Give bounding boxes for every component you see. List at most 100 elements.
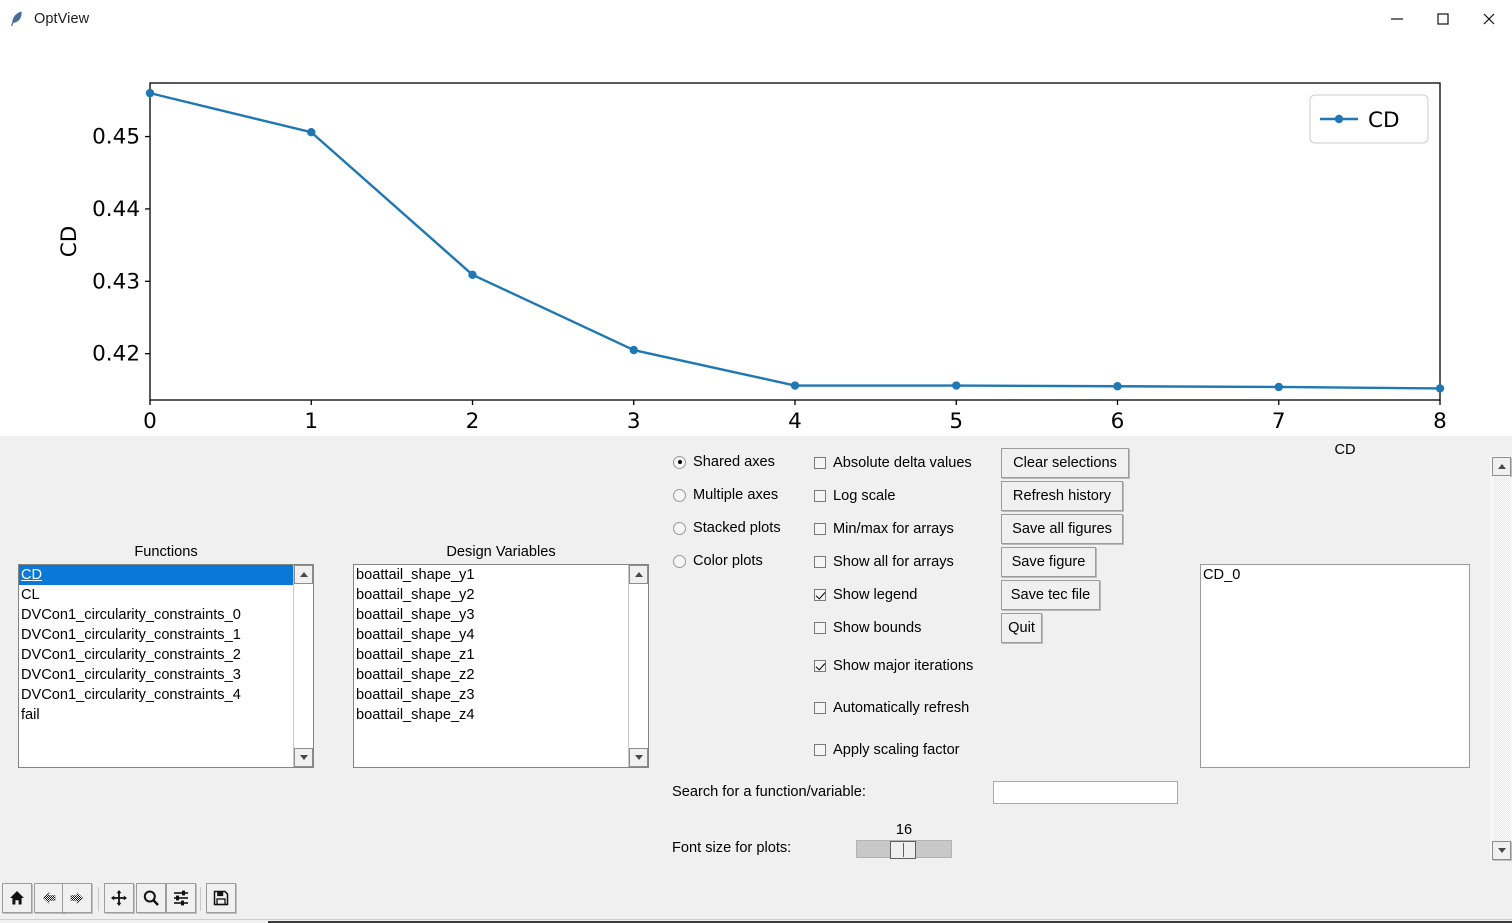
radio-label: Color plots bbox=[693, 553, 763, 569]
checkbox-show-legend[interactable]: Show legend bbox=[814, 587, 917, 603]
data-point bbox=[952, 381, 961, 390]
y-axis-tick-label: 0.44 bbox=[92, 197, 140, 222]
design-variable-list-item[interactable]: boattail_shape_y1 bbox=[354, 565, 628, 585]
radio-multiple-axes[interactable]: Multiple axes bbox=[673, 487, 778, 503]
y-axis-tick-label: 0.42 bbox=[92, 342, 140, 367]
scroll-track[interactable] bbox=[294, 584, 313, 748]
design-variable-list-item[interactable]: boattail_shape_z3 bbox=[354, 685, 628, 705]
data-point bbox=[307, 128, 316, 137]
maximize-button[interactable] bbox=[1420, 0, 1466, 38]
design-variable-list-item[interactable]: boattail_shape_z1 bbox=[354, 645, 628, 665]
home-button[interactable] bbox=[2, 883, 32, 913]
forward-button[interactable] bbox=[62, 883, 92, 913]
sliders-icon bbox=[174, 890, 188, 906]
checkbox-show-major-iterations[interactable]: Show major iterations bbox=[814, 658, 973, 674]
selected-function-title: CD bbox=[1334, 442, 1356, 458]
panel-scroll-down-icon[interactable] bbox=[1492, 841, 1511, 860]
selected-list-item[interactable]: CD_0 bbox=[1201, 565, 1469, 585]
design-variable-list-item[interactable]: boattail_shape_y4 bbox=[354, 625, 628, 645]
pan-button[interactable] bbox=[104, 883, 134, 913]
search-label: Search for a function/variable: bbox=[672, 784, 866, 800]
checkbox-apply-scaling-factor[interactable]: Apply scaling factor bbox=[814, 742, 960, 758]
data-point bbox=[790, 381, 800, 390]
checkbox-indicator bbox=[814, 702, 826, 714]
save-disk-icon bbox=[213, 890, 229, 906]
function-list-item[interactable]: DVCon1_circularity_constraints_2 bbox=[19, 645, 293, 665]
checkbox-show-bounds[interactable]: Show bounds bbox=[814, 620, 921, 636]
function-list-item[interactable]: DVCon1_circularity_constraints_3 bbox=[19, 665, 293, 685]
design-variables-listbox[interactable]: boattail_shape_y1 boattail_shape_y2 boatta… bbox=[353, 564, 649, 768]
configure-subplots-button[interactable] bbox=[166, 883, 196, 913]
radio-shared-axes[interactable]: Shared axes bbox=[673, 454, 775, 470]
search-input[interactable] bbox=[993, 781, 1178, 804]
scroll-up-icon[interactable] bbox=[294, 565, 313, 584]
checkbox-label: Show major iterations bbox=[833, 658, 974, 674]
scroll-down-icon[interactable] bbox=[294, 748, 313, 767]
design-variable-list-item[interactable]: boattail_shape_y2 bbox=[354, 585, 628, 605]
x-axis-tick-label: 5 bbox=[949, 409, 963, 434]
x-axis-tick-label: 1 bbox=[304, 409, 318, 434]
back-button[interactable] bbox=[34, 883, 64, 913]
functions-list-title: Functions bbox=[134, 544, 198, 560]
selected-items-listbox[interactable]: CD_0 bbox=[1200, 564, 1470, 768]
checkbox-indicator bbox=[814, 490, 826, 502]
radio-color-plots[interactable]: Color plots bbox=[673, 553, 763, 569]
scroll-up-icon[interactable] bbox=[629, 565, 648, 584]
checkbox-min-max-for-arrays[interactable]: Min/max for arrays bbox=[814, 521, 954, 537]
x-axis-tick-label: 6 bbox=[1111, 409, 1125, 434]
radio-indicator bbox=[673, 455, 686, 469]
save-tec-file-button[interactable]: Save tec file bbox=[1001, 580, 1100, 610]
panel-vertical-scrollbar[interactable] bbox=[1490, 456, 1512, 861]
function-list-item[interactable]: DVCon1_circularity_constraints_0 bbox=[19, 605, 293, 625]
checkbox-indicator bbox=[814, 589, 826, 601]
panel-scroll-track[interactable] bbox=[1493, 476, 1510, 841]
minimize-button[interactable] bbox=[1374, 0, 1420, 38]
plot-canvas[interactable]: 0.420.430.440.45012345678CDiterationCD bbox=[0, 38, 1512, 436]
checkbox-indicator bbox=[814, 523, 826, 535]
quit-button[interactable]: Quit bbox=[1001, 613, 1042, 643]
data-point bbox=[1274, 382, 1283, 392]
close-button[interactable] bbox=[1466, 0, 1512, 38]
scroll-down-icon[interactable] bbox=[629, 748, 648, 767]
zoom-button[interactable] bbox=[136, 883, 166, 913]
checkbox-label: Absolute delta values bbox=[833, 455, 972, 471]
checkbox-absolute-delta-values[interactable]: Absolute delta values bbox=[814, 455, 972, 471]
function-list-item[interactable]: DVCon1_circularity_constraints_1 bbox=[19, 625, 293, 645]
font-size-slider[interactable] bbox=[856, 840, 952, 859]
y-axis-tick-label: 0.45 bbox=[92, 125, 140, 150]
function-list-item[interactable]: DVCon1_circularity_constraints_4 bbox=[19, 685, 293, 705]
function-list-item[interactable]: CL bbox=[19, 585, 293, 605]
functions-scrollbar[interactable] bbox=[293, 565, 313, 767]
refresh-history-button[interactable]: Refresh history bbox=[1001, 481, 1123, 511]
functions-listbox[interactable]: CD CL DVCon1_circularity_constraints_0 DVCo… bbox=[18, 564, 314, 768]
window-title: OptView bbox=[34, 11, 90, 27]
font-size-slider-knob[interactable] bbox=[890, 841, 916, 859]
clear-selections-button[interactable]: Clear selections bbox=[1001, 448, 1129, 478]
data-point bbox=[1113, 382, 1122, 391]
function-list-item[interactable]: CD bbox=[19, 565, 293, 585]
save-all-figures-button[interactable]: Save all figures bbox=[1001, 514, 1123, 544]
radio-stacked-plots[interactable]: Stacked plots bbox=[673, 520, 781, 536]
function-list-item[interactable]: fail bbox=[19, 705, 293, 725]
design-variable-list-item[interactable]: boattail_shape_z4 bbox=[354, 705, 628, 725]
data-point bbox=[145, 88, 155, 98]
data-point bbox=[629, 345, 638, 355]
design-variables-scrollbar[interactable] bbox=[628, 565, 648, 767]
save-figure-button[interactable]: Save figure bbox=[1001, 547, 1096, 577]
design-variable-list-item[interactable]: boattail_shape_z2 bbox=[354, 665, 628, 685]
checkbox-automatically-refresh[interactable]: Automatically refresh bbox=[814, 700, 969, 716]
scroll-track[interactable] bbox=[629, 584, 648, 748]
checkbox-log-scale[interactable]: Log scale bbox=[814, 488, 895, 504]
y-axis-label: CD bbox=[57, 226, 82, 258]
save-figure-button[interactable] bbox=[206, 883, 236, 913]
design-variable-list-item[interactable]: boattail_shape_y3 bbox=[354, 605, 628, 625]
checkbox-label: Log scale bbox=[833, 488, 896, 504]
x-axis-tick-label: 2 bbox=[466, 409, 480, 434]
checkbox-show-all-for-arrays[interactable]: Show all for arrays bbox=[814, 554, 954, 570]
checkbox-indicator bbox=[814, 744, 826, 756]
x-axis-tick-label: 3 bbox=[627, 409, 641, 434]
x-axis-tick-label: 7 bbox=[1272, 409, 1286, 434]
radio-indicator bbox=[673, 521, 686, 535]
panel-scroll-up-icon[interactable] bbox=[1492, 457, 1511, 476]
back-arrow-icon bbox=[42, 891, 56, 905]
